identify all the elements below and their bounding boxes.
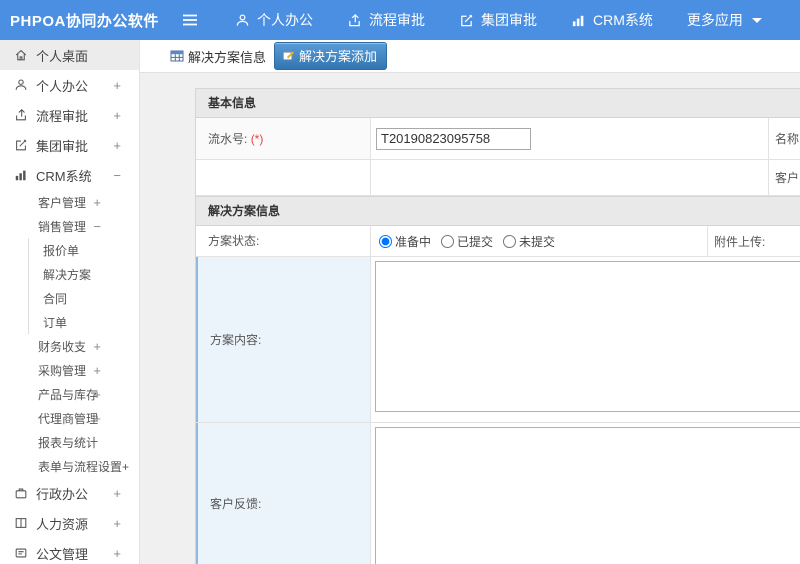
tab-bar: 解决方案信息 解决方案添加 <box>140 40 800 73</box>
section-header-solution-info: 解决方案信息 <box>196 196 800 226</box>
hamburger-menu-icon[interactable] <box>175 13 205 27</box>
radio-submitted[interactable]: 已提交 <box>441 233 493 250</box>
serial-number-input[interactable] <box>376 127 531 150</box>
sidebar-item-contract[interactable]: 合同 <box>29 286 139 310</box>
sidebar-item-personal-desktop[interactable]: 个人桌面 <box>0 40 139 70</box>
bar-chart-icon <box>571 13 586 28</box>
workflow-icon <box>14 108 28 122</box>
app-logo: PHPOA协同办公软件 <box>10 12 159 30</box>
customer-feedback-textarea[interactable] <box>375 427 800 564</box>
customer-row: 客户 <box>196 160 800 196</box>
sidebar-item-sales-mgmt[interactable]: 销售管理 − <box>0 214 139 238</box>
name-label: 名称 <box>775 132 800 146</box>
solution-content-textarea[interactable] <box>375 261 800 412</box>
user-icon <box>235 13 250 28</box>
expand-icon[interactable]: + <box>93 363 101 378</box>
expand-icon[interactable]: + <box>93 339 101 354</box>
required-mark: (*) <box>250 132 264 146</box>
radio-preparing-input[interactable] <box>379 234 392 248</box>
sidebar-item-workflow-approval[interactable]: 流程审批 + <box>0 100 139 130</box>
sidebar-item-group-approval[interactable]: 集团审批 + <box>0 130 139 160</box>
serial-number-row: 流水号: (*) 名称 <box>196 118 800 160</box>
tab-solution-add-button[interactable]: 解决方案添加 <box>274 42 388 70</box>
expand-icon[interactable]: + <box>113 78 121 93</box>
status-radio-group: 准备中 已提交 未提交 <box>379 233 555 250</box>
content-row: 方案内容: <box>196 257 800 423</box>
sidebar-item-form-workflow-settings[interactable]: 表单与流程设置+ <box>0 454 139 478</box>
expand-icon[interactable]: + <box>93 411 101 426</box>
sidebar-item-admin-office[interactable]: 行政办公 + <box>0 478 139 508</box>
feedback-row: 客户反馈: <box>196 423 800 564</box>
customer-feedback-label: 客户反馈: <box>196 423 371 564</box>
sidebar-item-crm-system[interactable]: CRM系统 − <box>0 160 139 190</box>
attachment-upload-label: 附件上传: <box>714 234 766 249</box>
bar-chart-icon <box>14 168 28 182</box>
sidebar-item-personal-office[interactable]: 个人办公 + <box>0 70 139 100</box>
serial-number-cell <box>371 118 769 159</box>
expand-icon[interactable]: + <box>93 195 101 210</box>
status-cell: 准备中 已提交 未提交 <box>371 226 708 256</box>
book-icon <box>14 516 28 530</box>
radio-submitted-input[interactable] <box>441 234 455 248</box>
customer-feedback-cell <box>371 423 800 564</box>
expand-icon[interactable]: + <box>113 486 121 501</box>
approval-icon <box>14 138 28 152</box>
sidebar-item-customer-mgmt[interactable]: 客户管理 + <box>0 190 139 214</box>
expand-icon[interactable]: + <box>113 546 121 561</box>
radio-not-submitted-input[interactable] <box>503 234 517 248</box>
approval-icon <box>459 13 474 28</box>
status-row: 方案状态: 准备中 已提交 未提交 附件上传: <box>196 226 800 257</box>
tab-solution-info[interactable]: 解决方案信息 <box>170 47 266 66</box>
sidebar-item-reports[interactable]: 报表与统计 <box>0 430 139 454</box>
sidebar-item-document-mgmt[interactable]: 公文管理 + <box>0 538 139 564</box>
briefcase-icon <box>14 486 28 500</box>
topnav-group-approval[interactable]: 集团审批 <box>447 0 549 40</box>
collapse-icon[interactable]: − <box>113 168 121 183</box>
expand-icon[interactable]: + <box>113 108 121 123</box>
topnav-more-apps[interactable]: 更多应用 <box>675 0 774 40</box>
sidebar: 个人桌面 个人办公 + 流程审批 + 集团审批 + CRM系统 − 客户管理 +… <box>0 40 140 564</box>
sales-submenu: 报价单 解决方案 合同 订单 <box>28 238 139 334</box>
radio-preparing[interactable]: 准备中 <box>379 233 431 250</box>
sidebar-item-purchasing[interactable]: 采购管理 + <box>0 358 139 382</box>
workflow-icon <box>347 13 362 28</box>
serial-number-label: 流水号: (*) <box>196 118 371 159</box>
sidebar-item-finance[interactable]: 财务收支 + <box>0 334 139 358</box>
expand-icon[interactable]: + <box>93 387 101 402</box>
home-icon <box>14 48 28 62</box>
expand-icon[interactable]: + <box>113 516 121 531</box>
top-navigation: 个人办公 流程审批 集团审批 CRM系统 更多应用 <box>223 0 784 40</box>
empty-label-cell <box>196 160 371 195</box>
sidebar-item-solution[interactable]: 解决方案 <box>29 262 139 286</box>
edit-icon <box>282 49 295 62</box>
table-icon <box>170 49 184 63</box>
document-icon <box>14 546 28 560</box>
main-content: 基本信息 流水号: (*) 名称 客户 解决方案信息 方案状态: <box>140 73 800 564</box>
collapse-icon[interactable]: − <box>93 219 101 234</box>
caret-down-icon <box>751 17 762 23</box>
sidebar-item-product-inventory[interactable]: 产品与库存 + <box>0 382 139 406</box>
solution-content-label: 方案内容: <box>196 257 371 422</box>
app-header: PHPOA协同办公软件 个人办公 流程审批 集团审批 CRM系统 更多应用 <box>0 0 800 40</box>
sidebar-item-agent-mgmt[interactable]: 代理商管理 + <box>0 406 139 430</box>
section-header-basic-info: 基本信息 <box>196 88 800 118</box>
sidebar-item-order[interactable]: 订单 <box>29 310 139 334</box>
sidebar-item-quotation[interactable]: 报价单 <box>29 238 139 262</box>
status-label: 方案状态: <box>196 226 371 256</box>
topnav-crm-system[interactable]: CRM系统 <box>559 0 665 40</box>
topnav-workflow-approval[interactable]: 流程审批 <box>335 0 437 40</box>
customer-label: 客户 <box>775 171 800 185</box>
expand-icon[interactable]: + <box>113 138 121 153</box>
empty-field-cell <box>371 160 769 195</box>
user-icon <box>14 78 28 92</box>
solution-content-cell <box>371 257 800 422</box>
topnav-personal-office[interactable]: 个人办公 <box>223 0 325 40</box>
sidebar-item-hr[interactable]: 人力资源 + <box>0 508 139 538</box>
radio-not-submitted[interactable]: 未提交 <box>503 233 555 250</box>
solution-add-form: 基本信息 流水号: (*) 名称 客户 解决方案信息 方案状态: <box>195 88 800 564</box>
